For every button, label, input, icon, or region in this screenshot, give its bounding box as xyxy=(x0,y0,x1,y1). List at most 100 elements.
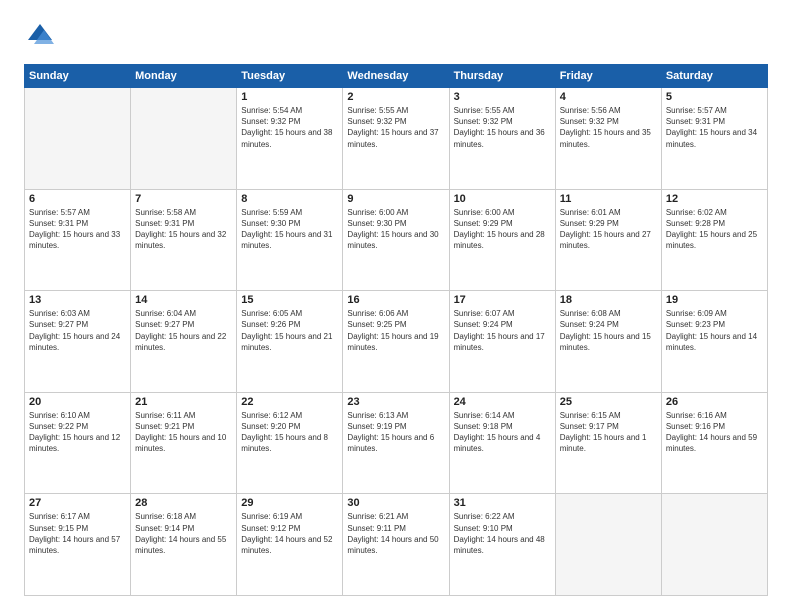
logo xyxy=(24,20,60,52)
calendar-cell: 19 Sunrise: 6:09 AMSunset: 9:23 PMDayligh… xyxy=(661,291,767,393)
day-number: 31 xyxy=(454,497,551,509)
day-number: 14 xyxy=(135,294,232,306)
page: Sunday Monday Tuesday Wednesday Thursday… xyxy=(0,0,792,612)
day-info: Sunrise: 6:04 AMSunset: 9:27 PMDaylight:… xyxy=(135,308,232,353)
calendar-cell: 31 Sunrise: 6:22 AMSunset: 9:10 PMDayligh… xyxy=(449,494,555,596)
calendar-header-row: Sunday Monday Tuesday Wednesday Thursday… xyxy=(25,65,768,88)
calendar-cell: 16 Sunrise: 6:06 AMSunset: 9:25 PMDayligh… xyxy=(343,291,449,393)
day-number: 16 xyxy=(347,294,444,306)
day-number: 17 xyxy=(454,294,551,306)
day-number: 24 xyxy=(454,396,551,408)
col-thursday: Thursday xyxy=(449,65,555,88)
day-info: Sunrise: 6:02 AMSunset: 9:28 PMDaylight:… xyxy=(666,207,763,252)
day-info: Sunrise: 6:12 AMSunset: 9:20 PMDaylight:… xyxy=(241,410,338,455)
calendar-cell: 29 Sunrise: 6:19 AMSunset: 9:12 PMDayligh… xyxy=(237,494,343,596)
day-info: Sunrise: 6:14 AMSunset: 9:18 PMDaylight:… xyxy=(454,410,551,455)
calendar-cell: 6 Sunrise: 5:57 AMSunset: 9:31 PMDaylight… xyxy=(25,189,131,291)
day-info: Sunrise: 5:54 AMSunset: 9:32 PMDaylight:… xyxy=(241,105,338,150)
col-monday: Monday xyxy=(131,65,237,88)
day-info: Sunrise: 6:10 AMSunset: 9:22 PMDaylight:… xyxy=(29,410,126,455)
day-number: 10 xyxy=(454,193,551,205)
day-info: Sunrise: 6:18 AMSunset: 9:14 PMDaylight:… xyxy=(135,511,232,556)
calendar-cell: 11Sunrise: 6:01 AMSunset: 9:29 PMDayligh… xyxy=(555,189,661,291)
day-number: 2 xyxy=(347,91,444,103)
day-number: 12 xyxy=(666,193,763,205)
day-info: Sunrise: 5:59 AMSunset: 9:30 PMDaylight:… xyxy=(241,207,338,252)
day-info: Sunrise: 6:05 AMSunset: 9:26 PMDaylight:… xyxy=(241,308,338,353)
col-friday: Friday xyxy=(555,65,661,88)
calendar-cell: 23 Sunrise: 6:13 AMSunset: 9:19 PMDayligh… xyxy=(343,392,449,494)
day-info: Sunrise: 6:08 AMSunset: 9:24 PMDaylight:… xyxy=(560,308,657,353)
day-info: Sunrise: 5:57 AMSunset: 9:31 PMDaylight:… xyxy=(666,105,763,150)
day-info: Sunrise: 5:55 AMSunset: 9:32 PMDaylight:… xyxy=(347,105,444,150)
day-info: Sunrise: 6:07 AMSunset: 9:24 PMDaylight:… xyxy=(454,308,551,353)
calendar-cell: 7 Sunrise: 5:58 AMSunset: 9:31 PMDaylight… xyxy=(131,189,237,291)
day-info: Sunrise: 5:56 AMSunset: 9:32 PMDaylight:… xyxy=(560,105,657,150)
calendar-cell: 2 Sunrise: 5:55 AMSunset: 9:32 PMDaylight… xyxy=(343,88,449,190)
day-number: 30 xyxy=(347,497,444,509)
day-number: 13 xyxy=(29,294,126,306)
calendar-cell: 1 Sunrise: 5:54 AMSunset: 9:32 PMDaylight… xyxy=(237,88,343,190)
calendar-cell: 3 Sunrise: 5:55 AMSunset: 9:32 PMDaylight… xyxy=(449,88,555,190)
day-number: 29 xyxy=(241,497,338,509)
day-info: Sunrise: 6:03 AMSunset: 9:27 PMDaylight:… xyxy=(29,308,126,353)
col-tuesday: Tuesday xyxy=(237,65,343,88)
col-saturday: Saturday xyxy=(661,65,767,88)
day-info: Sunrise: 6:21 AMSunset: 9:11 PMDaylight:… xyxy=(347,511,444,556)
calendar-week-row: 1 Sunrise: 5:54 AMSunset: 9:32 PMDaylight… xyxy=(25,88,768,190)
day-number: 27 xyxy=(29,497,126,509)
day-info: Sunrise: 6:00 AMSunset: 9:29 PMDaylight:… xyxy=(454,207,551,252)
calendar-cell: 12 Sunrise: 6:02 AMSunset: 9:28 PMDayligh… xyxy=(661,189,767,291)
day-number: 22 xyxy=(241,396,338,408)
day-number: 11 xyxy=(560,193,657,205)
day-number: 23 xyxy=(347,396,444,408)
day-number: 8 xyxy=(241,193,338,205)
header xyxy=(24,20,768,52)
day-info: Sunrise: 6:09 AMSunset: 9:23 PMDaylight:… xyxy=(666,308,763,353)
day-info: Sunrise: 6:13 AMSunset: 9:19 PMDaylight:… xyxy=(347,410,444,455)
calendar-cell: 30 Sunrise: 6:21 AMSunset: 9:11 PMDayligh… xyxy=(343,494,449,596)
calendar-cell: 18 Sunrise: 6:08 AMSunset: 9:24 PMDayligh… xyxy=(555,291,661,393)
day-number: 9 xyxy=(347,193,444,205)
day-number: 15 xyxy=(241,294,338,306)
calendar-cell: 28Sunrise: 6:18 AMSunset: 9:14 PMDayligh… xyxy=(131,494,237,596)
calendar-cell: 15 Sunrise: 6:05 AMSunset: 9:26 PMDayligh… xyxy=(237,291,343,393)
day-number: 20 xyxy=(29,396,126,408)
calendar-cell: 9 Sunrise: 6:00 AMSunset: 9:30 PMDaylight… xyxy=(343,189,449,291)
calendar-cell: 26Sunrise: 6:16 AMSunset: 9:16 PMDayligh… xyxy=(661,392,767,494)
day-number: 25 xyxy=(560,396,657,408)
day-info: Sunrise: 6:17 AMSunset: 9:15 PMDaylight:… xyxy=(29,511,126,556)
day-number: 19 xyxy=(666,294,763,306)
day-number: 7 xyxy=(135,193,232,205)
day-info: Sunrise: 6:06 AMSunset: 9:25 PMDaylight:… xyxy=(347,308,444,353)
day-number: 4 xyxy=(560,91,657,103)
day-number: 5 xyxy=(666,91,763,103)
calendar-cell: 4 Sunrise: 5:56 AMSunset: 9:32 PMDaylight… xyxy=(555,88,661,190)
day-info: Sunrise: 6:19 AMSunset: 9:12 PMDaylight:… xyxy=(241,511,338,556)
calendar-cell: 24 Sunrise: 6:14 AMSunset: 9:18 PMDayligh… xyxy=(449,392,555,494)
calendar-cell: 20 Sunrise: 6:10 AMSunset: 9:22 PMDayligh… xyxy=(25,392,131,494)
calendar-cell: 5 Sunrise: 5:57 AMSunset: 9:31 PMDaylight… xyxy=(661,88,767,190)
calendar-cell: 21Sunrise: 6:11 AMSunset: 9:21 PMDayligh… xyxy=(131,392,237,494)
day-number: 3 xyxy=(454,91,551,103)
calendar-week-row: 27 Sunrise: 6:17 AMSunset: 9:15 PMDayligh… xyxy=(25,494,768,596)
calendar-cell: 27 Sunrise: 6:17 AMSunset: 9:15 PMDayligh… xyxy=(25,494,131,596)
day-info: Sunrise: 6:00 AMSunset: 9:30 PMDaylight:… xyxy=(347,207,444,252)
calendar-cell: 8 Sunrise: 5:59 AMSunset: 9:30 PMDaylight… xyxy=(237,189,343,291)
day-number: 18 xyxy=(560,294,657,306)
calendar-cell: 17 Sunrise: 6:07 AMSunset: 9:24 PMDayligh… xyxy=(449,291,555,393)
calendar-week-row: 20 Sunrise: 6:10 AMSunset: 9:22 PMDayligh… xyxy=(25,392,768,494)
day-number: 1 xyxy=(241,91,338,103)
day-info: Sunrise: 5:58 AMSunset: 9:31 PMDaylight:… xyxy=(135,207,232,252)
day-info: Sunrise: 5:57 AMSunset: 9:31 PMDaylight:… xyxy=(29,207,126,252)
day-info: Sunrise: 6:22 AMSunset: 9:10 PMDaylight:… xyxy=(454,511,551,556)
day-number: 21 xyxy=(135,396,232,408)
calendar-cell: 10 Sunrise: 6:00 AMSunset: 9:29 PMDayligh… xyxy=(449,189,555,291)
calendar-cell: 13 Sunrise: 6:03 AMSunset: 9:27 PMDayligh… xyxy=(25,291,131,393)
calendar-week-row: 6 Sunrise: 5:57 AMSunset: 9:31 PMDaylight… xyxy=(25,189,768,291)
col-sunday: Sunday xyxy=(25,65,131,88)
logo-icon xyxy=(24,20,56,52)
day-info: Sunrise: 5:55 AMSunset: 9:32 PMDaylight:… xyxy=(454,105,551,150)
day-number: 6 xyxy=(29,193,126,205)
day-number: 26 xyxy=(666,396,763,408)
